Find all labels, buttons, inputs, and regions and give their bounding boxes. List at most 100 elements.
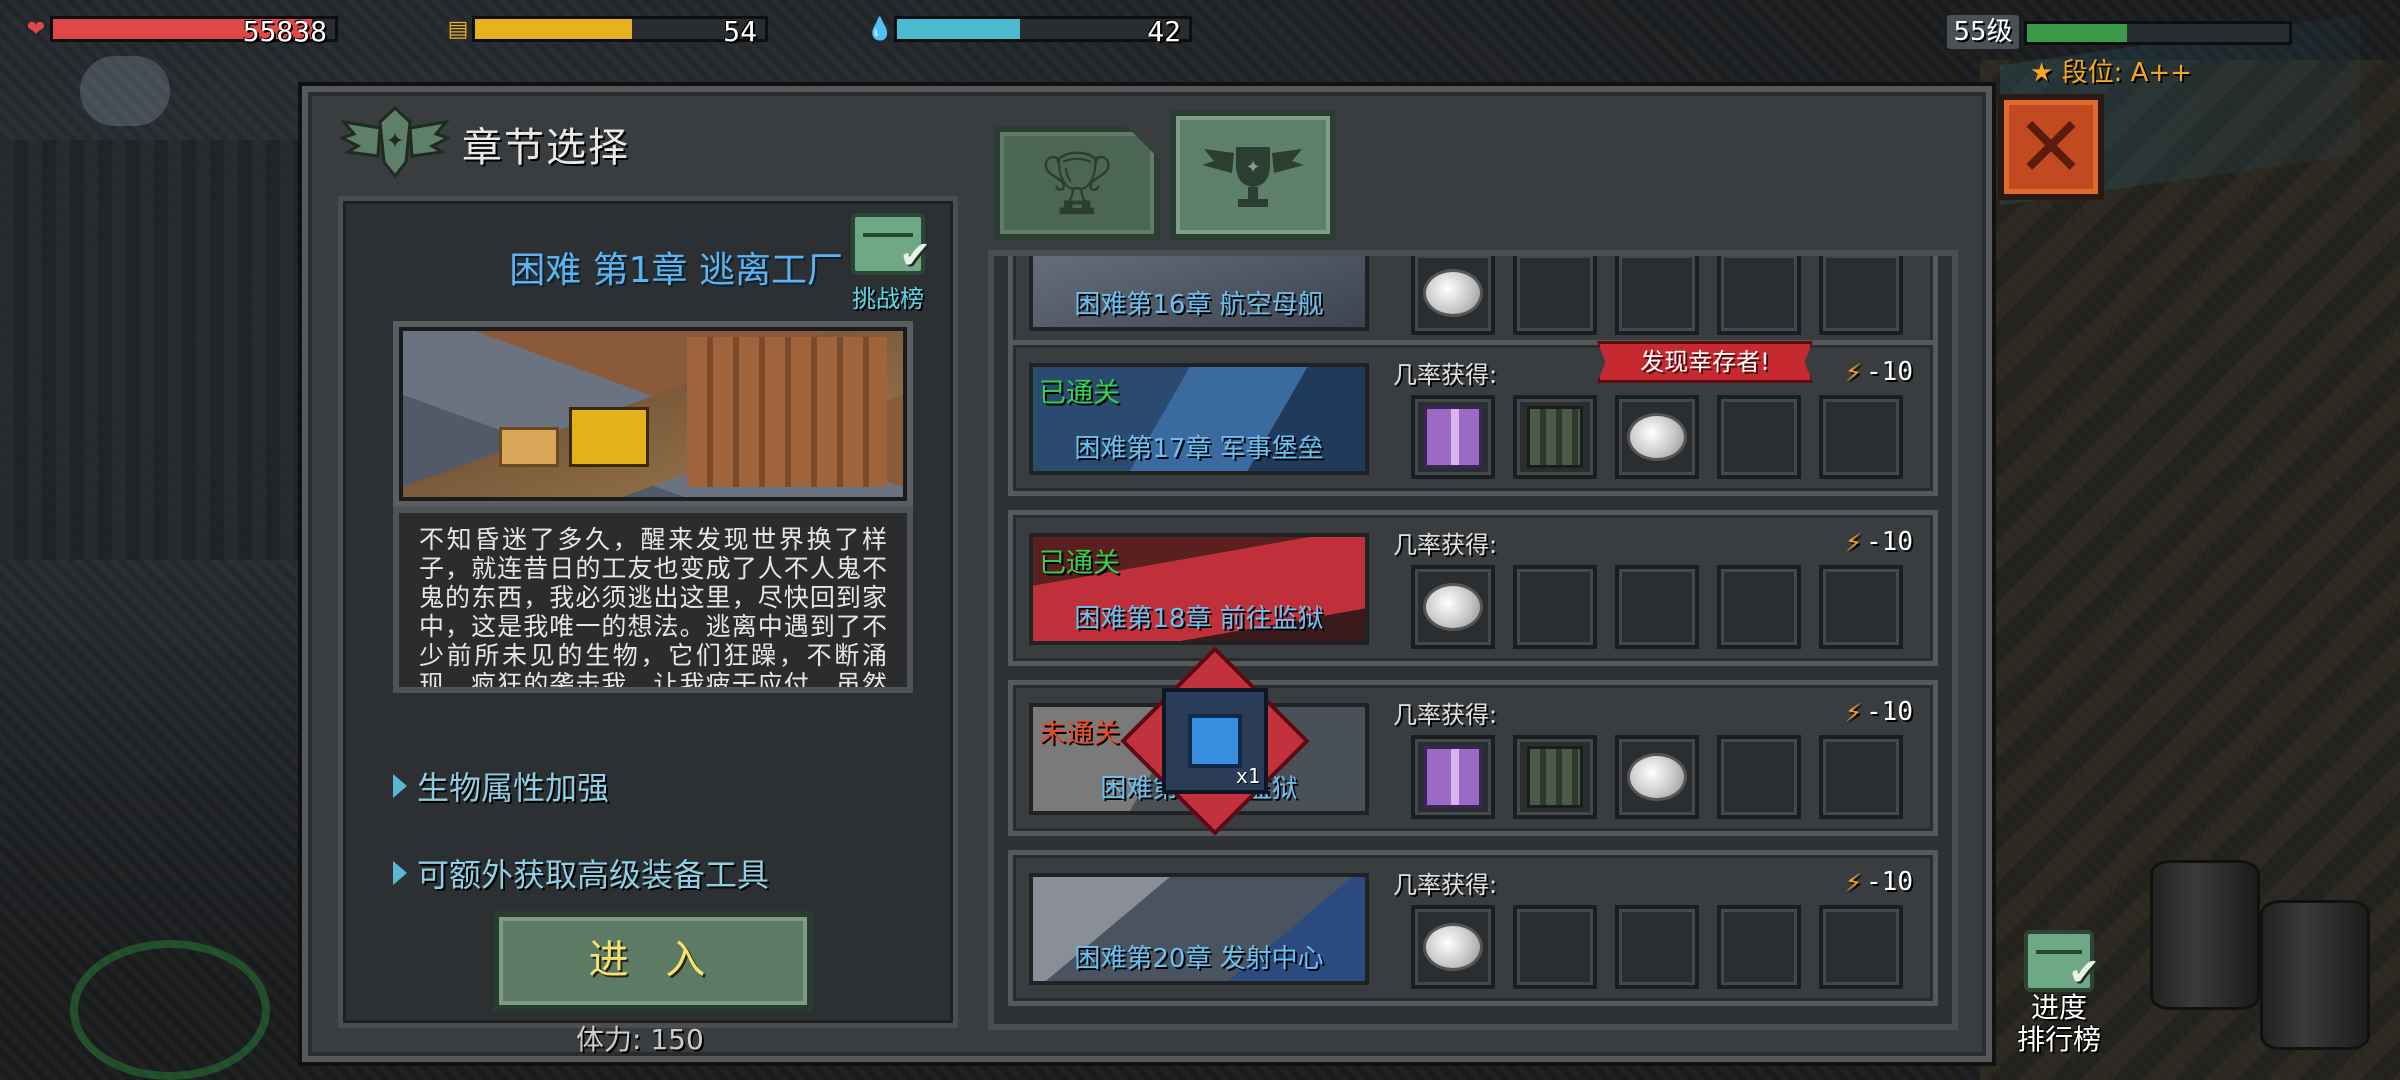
reward-slot[interactable]: [1615, 256, 1699, 335]
energy-cost: ⚡ -10: [1845, 695, 1913, 728]
lightning-icon: ⚡: [1845, 865, 1863, 898]
chapter-row[interactable]: 困难第20章 发射中心 几率获得: ⚡ -10: [1008, 850, 1938, 1006]
challenge-leaderboard-button[interactable]: ✔ 挑战榜: [843, 213, 933, 313]
reward-slot[interactable]: [1615, 565, 1699, 649]
close-x-icon: ✕: [2015, 98, 2087, 196]
drop-label: 几率获得:: [1393, 531, 1498, 559]
hunger-fill: [475, 19, 632, 39]
progress-board-line1: 进度: [2030, 991, 2087, 1024]
feature-item[interactable]: 生物属性加强: [393, 766, 609, 807]
feature-item[interactable]: 可额外获取高级装备工具: [393, 853, 769, 894]
drop-label: 几率获得:: [1393, 361, 1498, 389]
reward-slot[interactable]: [1513, 565, 1597, 649]
reward-slot[interactable]: [1819, 905, 1903, 989]
dialog-header: ✦ 章节选择: [340, 104, 630, 184]
reward-slots: [1411, 905, 1903, 989]
star-icon: ★: [2030, 58, 2054, 88]
survivor-found-banner: 发现幸存者!: [1597, 341, 1813, 383]
food-icon: ▤: [447, 16, 469, 42]
lightning-icon: ⚡: [1845, 695, 1863, 728]
gift-box-icon: [1424, 746, 1482, 808]
reward-slot[interactable]: [1717, 256, 1801, 335]
level-badge: 55级: [1944, 12, 2022, 52]
reward-slot[interactable]: [1411, 395, 1495, 479]
calendar-check-icon: ✔: [2024, 930, 2100, 994]
chapter-thumbnail: 困难第20章 发射中心: [1029, 873, 1369, 985]
winged-emblem-icon: ✦: [340, 105, 450, 179]
chapter-name: 困难第18章 前往监狱: [1074, 604, 1324, 634]
clear-status: 未通关: [1039, 718, 1120, 749]
reward-slot[interactable]: [1717, 905, 1801, 989]
reward-slot[interactable]: [1717, 565, 1801, 649]
reward-slots: [1411, 256, 1903, 335]
drop-label: 几率获得:: [1393, 701, 1498, 729]
reward-slot[interactable]: [1717, 395, 1801, 479]
reward-slots: [1411, 735, 1903, 819]
scene-ring: [70, 940, 270, 1080]
chapter-row[interactable]: 已通关 困难第18章 前往监狱 几率获得: ⚡ -10: [1008, 510, 1938, 666]
rank-label: ★ 段位: A++: [2030, 58, 2192, 88]
reward-slot[interactable]: [1819, 256, 1903, 335]
water-drop-icon: 💧: [866, 16, 894, 42]
progress-board-line2: 排行榜: [2016, 1023, 2101, 1056]
challenge-leaderboard-label: 挑战榜: [852, 285, 924, 313]
lightning-icon: ⚡: [1845, 355, 1863, 388]
progress-leaderboard-button[interactable]: ✔ 进度 排行榜: [2004, 930, 2114, 1056]
reward-slots: [1411, 395, 1903, 479]
equipment-parts-icon: [1527, 746, 1583, 808]
reward-slot[interactable]: [1513, 256, 1597, 335]
chapter-list[interactable]: 困难第16章 航空母舰几率获得:⚡-10已通关困难第17章 军事堡垒几率获得:发…: [988, 250, 1958, 1030]
scene-barrel: [2260, 900, 2370, 1050]
stamina-cost: 体力: 150: [576, 1023, 704, 1056]
reward-slot[interactable]: [1411, 256, 1495, 335]
silver-coin-icon: [1627, 413, 1687, 461]
health-value: 55838: [242, 15, 327, 48]
drop-label: 几率获得:: [1393, 871, 1498, 899]
tab-hard[interactable]: ✦: [1170, 110, 1336, 240]
reward-slot[interactable]: [1513, 395, 1597, 479]
trophy-icon: 🏆︎: [1037, 146, 1117, 219]
chapter-title: 困难 第1章 逃离工厂: [509, 250, 843, 291]
reward-slot[interactable]: [1819, 735, 1903, 819]
silver-coin-icon: [1627, 753, 1687, 801]
reward-slot[interactable]: [1615, 735, 1699, 819]
energy-cost: ⚡ -10: [1845, 865, 1913, 898]
chapter-detail-panel: 困难 第1章 逃离工厂 ✔ 挑战榜 不知昏迷了多久，醒来发现世界换了样子，就连昔…: [338, 196, 958, 1028]
experience-fill: [2027, 24, 2127, 42]
reward-slot[interactable]: [1717, 735, 1801, 819]
heart-icon: ❤: [26, 16, 46, 42]
reward-slot[interactable]: [1411, 905, 1495, 989]
chapter-row[interactable]: 已通关 困难第17章 军事堡垒 几率获得: 发现幸存者! ⚡ -10: [1008, 340, 1938, 496]
player-marker-icon[interactable]: x1: [1162, 688, 1268, 794]
chapter-name: 困难第17章 军事堡垒: [1074, 434, 1324, 464]
tab-normal[interactable]: 🏆︎: [994, 126, 1160, 240]
close-button[interactable]: ✕: [1998, 94, 2104, 200]
reward-slot[interactable]: [1513, 735, 1597, 819]
experience-bar: [2024, 18, 2292, 48]
reward-slot[interactable]: [1411, 565, 1495, 649]
reward-slot[interactable]: [1615, 905, 1699, 989]
marker-count: x1: [1235, 764, 1260, 788]
enter-button[interactable]: 进 入: [493, 911, 813, 1011]
reward-slot[interactable]: [1615, 395, 1699, 479]
reward-slot[interactable]: [1411, 735, 1495, 819]
chapter-thumbnail: 已通关困难第18章 前往监狱: [1029, 533, 1369, 645]
reward-slot[interactable]: [1513, 905, 1597, 989]
silver-coin-icon: [1423, 923, 1483, 971]
chapter-thumbnail: 困难第16章 航空母舰: [1029, 256, 1369, 331]
clear-status: 已通关: [1039, 378, 1120, 409]
energy-cost: ⚡ -10: [1845, 355, 1913, 388]
chapter-thumbnail: 已通关困难第17章 军事堡垒: [1029, 363, 1369, 475]
hunger-value: 54: [723, 15, 757, 48]
reward-slot[interactable]: [1819, 565, 1903, 649]
dialog-title: 章节选择: [462, 125, 630, 171]
chapter-row[interactable]: 困难第16章 航空母舰几率获得:⚡-10: [1008, 256, 1938, 352]
gift-box-icon: [1424, 406, 1482, 468]
silver-coin-icon: [1423, 269, 1483, 317]
water-bar: 💧 42: [866, 14, 1192, 48]
chat-bubble-icon[interactable]: [80, 56, 170, 126]
chapter-select-dialog: ✦ 章节选择 ✕ 🏆︎ ✦ 困难 第1章 逃离工厂 ✔ 挑战榜 不知昏迷了多久，…: [302, 86, 2104, 1062]
reward-slot[interactable]: [1819, 395, 1903, 479]
chapter-name: 困难第20章 发射中心: [1074, 944, 1324, 974]
clear-status: 已通关: [1039, 548, 1120, 579]
